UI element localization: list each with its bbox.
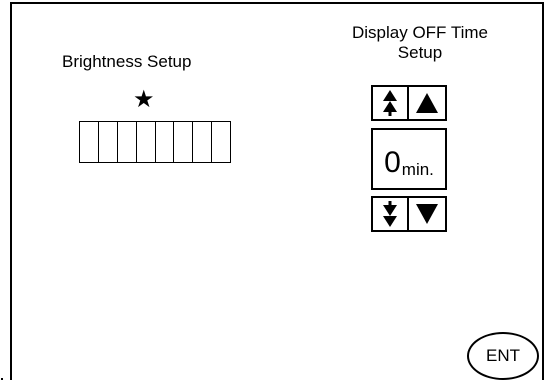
down-triangle-icon <box>416 204 438 224</box>
brightness-segment[interactable] <box>156 122 175 162</box>
double-down-arrow-icon <box>383 201 397 227</box>
up-triangle-icon <box>416 93 438 113</box>
brightness-segment[interactable] <box>118 122 137 162</box>
brightness-title: Brightness Setup <box>62 52 192 71</box>
brightness-segment[interactable] <box>99 122 118 162</box>
fast-down-button[interactable] <box>371 196 409 232</box>
brightness-segment[interactable] <box>80 122 99 162</box>
brightness-segment[interactable] <box>212 122 232 162</box>
time-value: 0 <box>384 146 401 179</box>
brightness-segment[interactable] <box>193 122 213 162</box>
up-button[interactable] <box>409 85 447 121</box>
display-off-title-line2: Setup <box>397 43 443 62</box>
down-button[interactable] <box>409 196 447 232</box>
brightness-segment[interactable] <box>137 122 156 162</box>
double-up-arrow-icon <box>383 90 397 116</box>
corner-dot <box>1 378 3 380</box>
display-off-title-line1: Display OFF Time <box>351 23 489 42</box>
brightness-segment[interactable] <box>174 122 194 162</box>
brightness-bar[interactable] <box>79 121 232 163</box>
display-off-title: Display OFF Time Setup <box>330 23 510 63</box>
enter-button[interactable]: ENT <box>467 332 539 380</box>
star-icon: ★ <box>133 86 155 113</box>
time-unit: min. <box>401 160 434 179</box>
fast-up-button[interactable] <box>371 85 409 121</box>
time-value-display: 0 min. <box>371 128 447 190</box>
